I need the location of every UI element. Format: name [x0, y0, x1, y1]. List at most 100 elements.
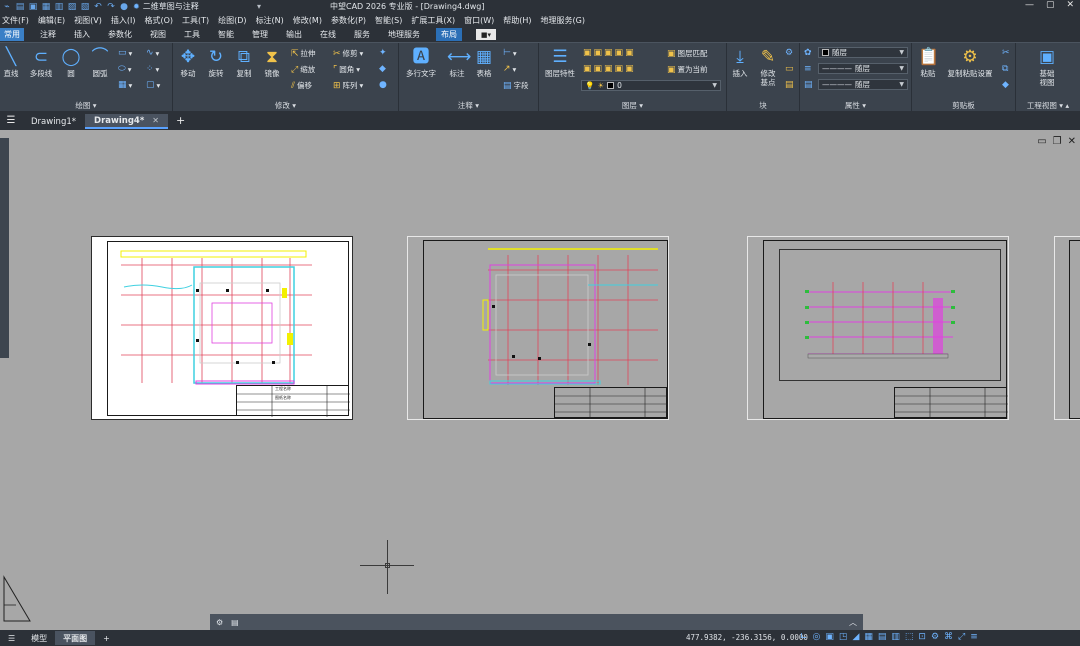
save-icon[interactable]: ▦	[41, 2, 51, 12]
minimize-button[interactable]: —	[1025, 0, 1034, 10]
menu-draw[interactable]: 绘图(D)	[218, 15, 246, 26]
offset-button[interactable]: ⫽ 偏移	[291, 80, 312, 91]
tab-layout[interactable]: 布局	[436, 28, 462, 41]
dynamic-input-icon[interactable]: ▥	[891, 632, 900, 642]
join-button[interactable]: ●	[379, 80, 387, 90]
attribute-button[interactable]: ▤	[785, 80, 794, 90]
base-point-button[interactable]: ✎ 修改 基点	[756, 47, 780, 87]
layer-match-button[interactable]: ▣ 图层匹配	[667, 48, 708, 59]
edit-block-button[interactable]: ▭	[785, 64, 794, 74]
menu-tools[interactable]: 工具(T)	[182, 15, 209, 26]
menu-dimension[interactable]: 标注(N)	[256, 15, 284, 26]
isolate-icon[interactable]: ⌘	[944, 632, 953, 642]
viewport-minimize-icon[interactable]: ▭	[1037, 136, 1046, 147]
insert-block-button[interactable]: ⤓ 插入	[728, 47, 752, 78]
tab-annotate[interactable]: 注释	[38, 28, 58, 41]
command-settings-icon[interactable]: ⚙	[216, 618, 223, 627]
command-bar[interactable]: ⚙ ▤ ︿	[210, 614, 863, 630]
tab-home[interactable]: 常用	[0, 28, 24, 41]
dimension-button[interactable]: ⟷ 标注	[445, 47, 471, 78]
layer-dropdown[interactable]: 💡 ☀ 0 ▼	[581, 80, 721, 91]
explode-button[interactable]: ✦	[379, 48, 387, 58]
lineweight-toggle-icon[interactable]: ◢	[852, 632, 859, 642]
menu-modify[interactable]: 修改(M)	[293, 15, 322, 26]
lineweight-dropdown[interactable]: ———— 随层 ▼	[818, 63, 908, 74]
rotate-button[interactable]: ↻ 旋转	[204, 47, 228, 78]
menu-smart[interactable]: 智能(S)	[375, 15, 402, 26]
polyline-button[interactable]: ⊂ 多段线	[26, 47, 56, 78]
panel-title-project-view[interactable]: 工程视图 ▾ ▴	[1016, 100, 1080, 111]
copy-clip-button[interactable]: ⧉	[1002, 64, 1008, 74]
line-button[interactable]: ╲ 直线	[0, 47, 22, 78]
viewport-restore-icon[interactable]: ❐	[1053, 136, 1062, 147]
drawing-canvas[interactable]: ▭ ❐ ✕ 工程名称 图纸名称 ⚙ ▤ ︿	[0, 130, 1080, 630]
menu-edit[interactable]: 编辑(E)	[38, 15, 65, 26]
linetype-icon[interactable]: ▤	[804, 80, 813, 90]
paste-button[interactable]: 📋 粘贴	[914, 47, 942, 78]
panel-title-layers[interactable]: 图层 ▾	[539, 100, 726, 111]
cut-button[interactable]: ✂	[1002, 48, 1010, 58]
annotation-scale-icon[interactable]: ⊡	[918, 632, 926, 642]
menu-format[interactable]: 格式(O)	[144, 15, 173, 26]
tab-model[interactable]: 模型	[23, 631, 55, 645]
lineweight-icon[interactable]: ≡	[804, 64, 812, 74]
tab-online[interactable]: 在线	[318, 28, 338, 41]
ellipse-button[interactable]: ⬭ ▾	[118, 64, 131, 74]
chevron-up-icon[interactable]: ︿	[849, 617, 857, 628]
add-layout-button[interactable]: +	[95, 631, 118, 645]
layout-sheet-1[interactable]: 工程名称 图纸名称	[91, 236, 353, 420]
customize-icon[interactable]: ≡	[970, 632, 978, 642]
erase-button[interactable]: ◆	[379, 64, 386, 74]
polar-icon[interactable]: ◎	[813, 632, 821, 642]
hatch-button[interactable]: ▦ ▾	[118, 80, 132, 90]
tab-plan-layout[interactable]: 平面图	[55, 631, 96, 645]
menu-window[interactable]: 窗口(W)	[464, 15, 494, 26]
menu-parametric[interactable]: 参数化(P)	[331, 15, 366, 26]
array-button[interactable]: ⊞ 阵列 ▾	[333, 80, 363, 91]
scale-button[interactable]: ⤢ 缩放	[291, 64, 315, 75]
undo-icon[interactable]: ↶	[93, 2, 103, 12]
panel-title-properties[interactable]: 属性 ▾	[800, 100, 911, 111]
saveas-icon[interactable]: ▥	[54, 2, 64, 12]
region-button[interactable]: ▢ ▾	[146, 80, 160, 90]
workspace-icon[interactable]: ⚙	[931, 632, 939, 642]
move-button[interactable]: ✥ 移动	[176, 47, 200, 78]
layout-sheet-4[interactable]	[1054, 236, 1080, 420]
ortho-icon[interactable]: ∟	[800, 632, 808, 642]
plot-preview-icon[interactable]: ▧	[80, 2, 90, 12]
grid-icon[interactable]: ▦	[864, 632, 873, 642]
maximize-button[interactable]: ▢	[1046, 0, 1055, 10]
tab-service[interactable]: 服务	[352, 28, 372, 41]
selection-cycle-icon[interactable]: ⬚	[905, 632, 914, 642]
spline-button[interactable]: ∿ ▾	[146, 48, 159, 58]
tab-parametric[interactable]: 参数化	[106, 28, 134, 41]
doc-tab-drawing1[interactable]: Drawing1*	[22, 114, 85, 129]
panel-title-modify[interactable]: 修改 ▾	[173, 100, 398, 111]
tab-insert[interactable]: 插入	[72, 28, 92, 41]
status-menu-icon[interactable]: ☰	[0, 631, 23, 645]
point-button[interactable]: ⁘ ▾	[146, 64, 159, 74]
panel-title-annotation[interactable]: 注释 ▾	[399, 100, 538, 111]
create-block-button[interactable]: ⚙	[785, 48, 793, 58]
layer-properties-button[interactable]: ☰ 图层特性	[542, 47, 578, 78]
menu-view[interactable]: 视图(V)	[74, 15, 102, 26]
panel-title-draw[interactable]: 绘图 ▾	[0, 100, 172, 111]
tab-view[interactable]: 视图	[148, 28, 168, 41]
help-icon[interactable]: ●	[119, 2, 129, 12]
field-button[interactable]: ▤ 字段	[503, 80, 529, 91]
viewport-close-icon[interactable]: ✕	[1068, 136, 1076, 147]
otrack-icon[interactable]: ◳	[839, 632, 848, 642]
close-button[interactable]: ✕	[1066, 0, 1074, 10]
new-icon[interactable]: ▤	[15, 2, 25, 12]
copy-paste-settings-button[interactable]: ⚙ 复制粘贴设置	[944, 47, 996, 78]
workspace-dropdown[interactable]: ✹ 二维草图与注释 ▾	[133, 1, 261, 12]
match-brush-button[interactable]: ◆	[1002, 80, 1009, 90]
copy-button[interactable]: ⧉ 复制	[232, 47, 256, 78]
menu-insert[interactable]: 插入(I)	[111, 15, 136, 26]
leader-button[interactable]: ⊢ ▾	[503, 48, 517, 58]
fillet-button[interactable]: ⌜ 圆角 ▾	[333, 64, 360, 75]
tab-tools[interactable]: 工具	[182, 28, 202, 41]
print-icon[interactable]: ▨	[67, 2, 77, 12]
hamburger-menu-icon[interactable]: ☰	[0, 115, 22, 126]
color-dropdown[interactable]: 随层 ▼	[818, 47, 908, 58]
